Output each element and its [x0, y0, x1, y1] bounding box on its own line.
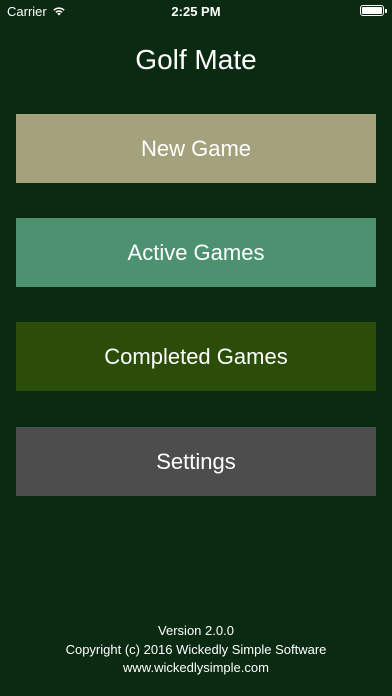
battery-fill: [362, 7, 382, 14]
settings-button[interactable]: Settings: [16, 427, 376, 496]
active-games-button[interactable]: Active Games: [16, 218, 376, 287]
completed-games-button[interactable]: Completed Games: [16, 322, 376, 391]
new-game-button[interactable]: New Game: [16, 114, 376, 183]
footer: Version 2.0.0 Copyright (c) 2016 Wickedl…: [0, 622, 392, 678]
copyright-text: Copyright (c) 2016 Wickedly Simple Softw…: [65, 641, 327, 657]
status-bar: Carrier 2:25 PM: [0, 0, 392, 22]
battery-tip: [385, 9, 387, 13]
website-link[interactable]: www.wickedlysimple.com: [0, 659, 392, 678]
battery-icon: [360, 5, 387, 16]
version-text: Version 2.0.0: [158, 623, 234, 638]
status-right: [360, 5, 387, 16]
app-screen: Carrier 2:25 PM Golf Mate New Game Activ…: [0, 0, 392, 696]
app-title: Golf Mate: [135, 44, 257, 75]
status-time: 2:25 PM: [171, 4, 221, 19]
